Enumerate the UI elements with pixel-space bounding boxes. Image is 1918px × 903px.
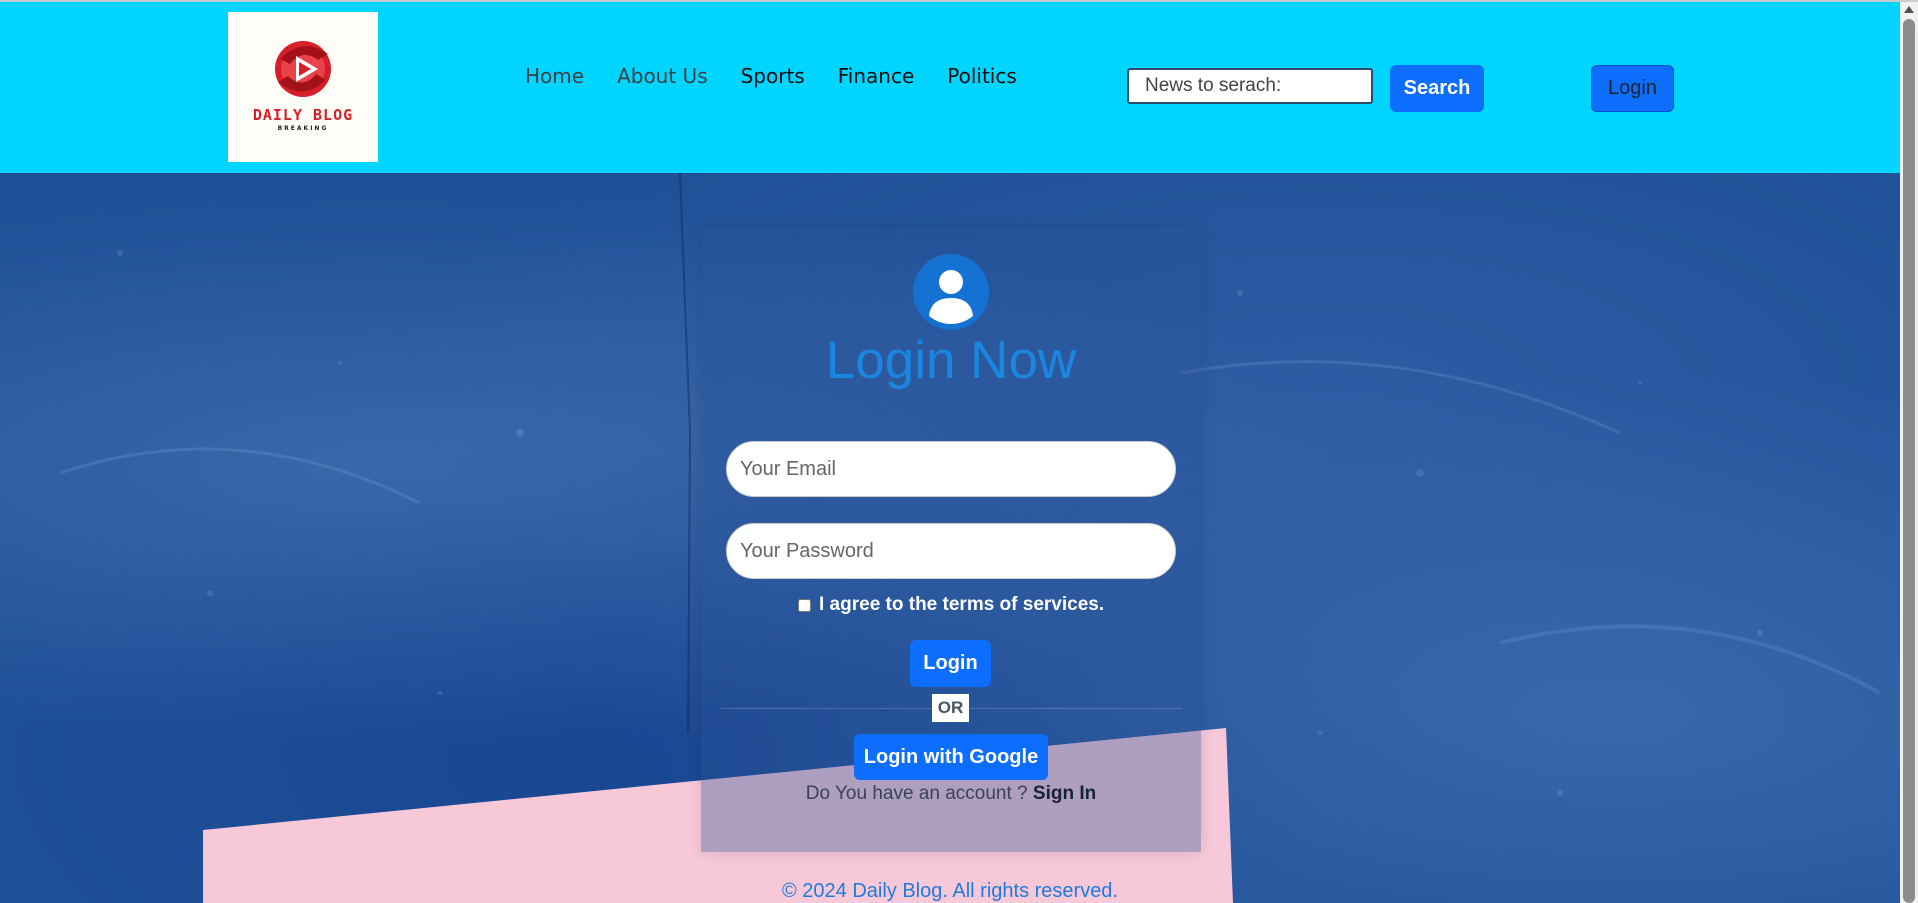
terms-checkbox[interactable]	[798, 598, 811, 612]
login-title: Login Now	[825, 331, 1077, 390]
account-prompt-row: Do You have an account ? Sign In	[701, 783, 1201, 805]
google-login-button[interactable]: Login with Google	[854, 734, 1048, 780]
site-logo[interactable]: DAILY BLOG BREAKING	[228, 12, 378, 162]
search-button[interactable]: Search	[1390, 65, 1484, 112]
play-logo-icon	[275, 41, 331, 97]
password-field[interactable]	[726, 523, 1176, 579]
email-field[interactable]	[726, 441, 1176, 497]
nav-about-us[interactable]: About Us	[617, 64, 708, 88]
signin-link[interactable]: Sign In	[1033, 783, 1096, 804]
logo-subtitle: BREAKING	[277, 125, 329, 132]
or-label: OR	[932, 694, 969, 722]
login-submit-button[interactable]: Login	[910, 640, 991, 687]
scrollbar-thumb[interactable]	[1903, 19, 1915, 903]
search-input[interactable]	[1127, 68, 1373, 104]
nav-politics[interactable]: Politics	[947, 64, 1017, 88]
nav-home[interactable]: Home	[525, 64, 584, 88]
nav-sports[interactable]: Sports	[741, 64, 805, 88]
logo-title: DAILY BLOG	[252, 106, 354, 124]
terms-row: I agree to the terms of services.	[798, 594, 1104, 616]
user-avatar-icon	[913, 254, 989, 330]
footer-copyright: © 2024 Daily Blog. All rights reserved.	[781, 880, 1118, 902]
scroll-up-icon[interactable]	[1904, 6, 1914, 13]
nav-finance[interactable]: Finance	[838, 64, 915, 88]
header-login-button[interactable]: Login	[1591, 65, 1674, 112]
account-prompt: Do You have an account ?	[805, 783, 1028, 804]
main-nav: Home About Us Sports Finance Politics	[525, 64, 1050, 88]
terms-label[interactable]: I agree to the terms of services.	[819, 594, 1104, 616]
